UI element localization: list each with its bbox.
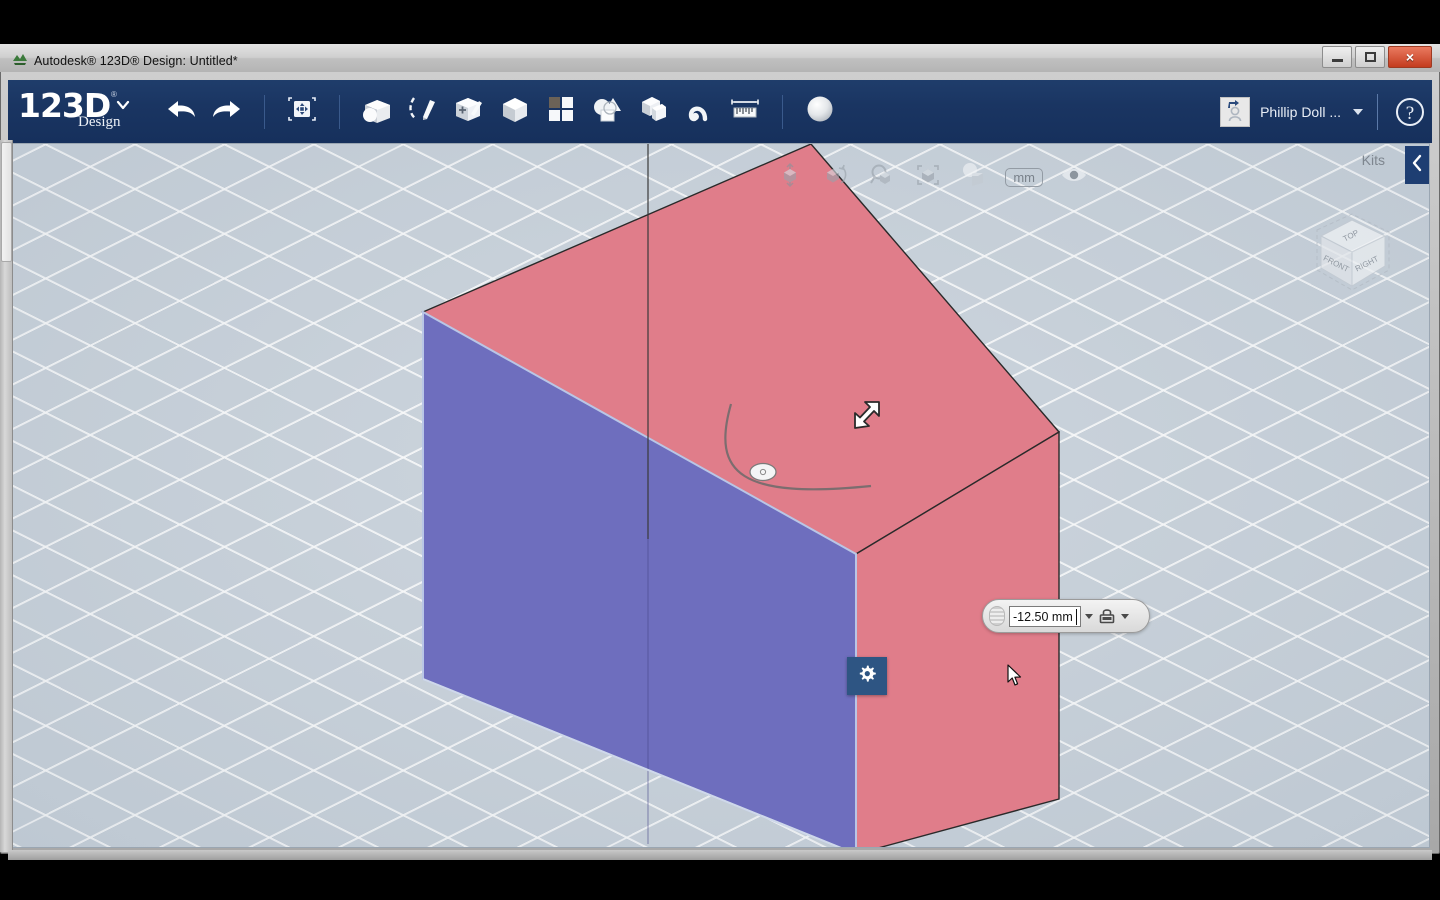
- toolbar-icon-group: [158, 80, 843, 143]
- minimize-button[interactable]: [1322, 46, 1352, 68]
- move-arrow-icon[interactable]: [849, 399, 883, 438]
- toolbar-divider: [1377, 93, 1378, 130]
- pattern-grid-icon: [546, 94, 576, 129]
- text-caret: [1076, 608, 1077, 625]
- 3d-viewport[interactable]: -12.50 mm mm Kits TOP FRONT RIGHT: [10, 143, 1430, 848]
- units-selector[interactable]: mm: [1005, 167, 1043, 187]
- measure-button[interactable]: [722, 89, 768, 135]
- maximize-button[interactable]: [1355, 46, 1385, 68]
- application-toolbar: 123D ® Design Phillip Doll ... ?: [8, 80, 1432, 143]
- toolbar-divider: [782, 94, 783, 129]
- pattern-button[interactable]: [538, 89, 584, 135]
- brand-logo[interactable]: 123D ® Design: [14, 86, 144, 138]
- rotation-handle[interactable]: [749, 462, 777, 482]
- maximize-icon: [1364, 52, 1376, 62]
- material-sphere-icon: [803, 92, 837, 131]
- primitives-button[interactable]: [354, 89, 400, 135]
- chevron-down-icon[interactable]: [116, 98, 130, 112]
- user-menu[interactable]: Phillip Doll ...: [1220, 96, 1363, 127]
- lock-dropdown-icon[interactable]: [1121, 613, 1129, 619]
- manipulator-settings-button[interactable]: [847, 657, 887, 695]
- grouping-button[interactable]: [584, 89, 630, 135]
- snap-button[interactable]: [676, 89, 722, 135]
- minimize-icon: [1331, 59, 1343, 62]
- toolbar-right-group: Phillip Doll ... ?: [1220, 80, 1428, 143]
- window-controls: ×: [1322, 46, 1432, 68]
- model-canvas[interactable]: [11, 144, 1430, 848]
- measure-ruler-icon: [728, 94, 762, 129]
- user-avatar-icon: [1220, 96, 1251, 127]
- transform-button[interactable]: [279, 89, 325, 135]
- eye-icon: [1060, 165, 1088, 190]
- scrollbar-thumb[interactable]: [1, 142, 12, 262]
- view-cube[interactable]: TOP FRONT RIGHT: [1297, 202, 1407, 312]
- snap-magnet-icon: [683, 94, 715, 129]
- orbit-icon: [822, 162, 850, 193]
- close-button[interactable]: ×: [1388, 46, 1432, 68]
- fit-tool[interactable]: [913, 162, 943, 192]
- close-icon: ×: [1405, 49, 1415, 65]
- combine-icon: [636, 94, 670, 129]
- window-title: Autodesk® 123D® Design: Untitled*: [34, 54, 238, 68]
- shading-tool[interactable]: [959, 162, 989, 192]
- dimension-value-input[interactable]: -12.50 mm: [1009, 605, 1081, 627]
- help-button[interactable]: ?: [1392, 94, 1428, 130]
- undo-arrow-icon: [164, 96, 198, 127]
- app-icon: [12, 52, 28, 66]
- undo-button[interactable]: [158, 89, 204, 135]
- help-question-icon: ?: [1392, 97, 1428, 134]
- modify-button[interactable]: [492, 89, 538, 135]
- application-window: Autodesk® 123D® Design: Untitled* × 123D…: [0, 0, 1440, 900]
- pan-icon: [777, 162, 803, 193]
- toolbar-divider: [339, 94, 340, 129]
- zoom-tool[interactable]: [867, 162, 897, 192]
- dimension-dropdown-icon[interactable]: [1085, 613, 1093, 619]
- svg-text:?: ?: [1406, 103, 1414, 124]
- kits-collapse-button[interactable]: [1405, 146, 1429, 184]
- combine-button[interactable]: [630, 89, 676, 135]
- chevron-down-icon[interactable]: [1353, 108, 1363, 115]
- fit-to-screen-icon: [914, 162, 942, 193]
- redo-button[interactable]: [204, 89, 250, 135]
- chevron-left-icon: [1410, 154, 1424, 177]
- orbit-tool[interactable]: [821, 162, 851, 192]
- material-button[interactable]: [797, 89, 843, 135]
- construct-button[interactable]: [446, 89, 492, 135]
- sketch-button[interactable]: [400, 89, 446, 135]
- kits-panel-label[interactable]: Kits: [1362, 152, 1385, 168]
- construct-icon: [451, 94, 487, 129]
- primitives-icon: [359, 94, 395, 129]
- transform-move-icon: [285, 92, 319, 131]
- pan-tool[interactable]: [775, 162, 805, 192]
- viewport-nav-toolbar: mm: [775, 162, 1089, 192]
- modify-cube-icon: [498, 94, 532, 129]
- grouping-icon: [589, 94, 625, 129]
- brand-subtitle: Design: [78, 114, 121, 130]
- window-bottom-bezel: [8, 850, 1432, 860]
- dimension-input-widget[interactable]: -12.50 mm: [982, 599, 1150, 633]
- user-name-label: Phillip Doll ...: [1260, 103, 1341, 120]
- sketch-pen-icon: [405, 94, 441, 129]
- visibility-toggle[interactable]: [1059, 162, 1089, 192]
- toolbar-divider: [264, 94, 265, 129]
- gear-icon: [857, 664, 877, 689]
- lock-icon[interactable]: [1097, 606, 1117, 626]
- zoom-magnifier-icon: [868, 162, 896, 193]
- redo-arrow-icon: [210, 96, 244, 127]
- viewport-scrollbar[interactable]: [0, 140, 13, 852]
- shading-sphere-icon: [959, 161, 989, 194]
- drag-grip-icon[interactable]: [989, 606, 1005, 626]
